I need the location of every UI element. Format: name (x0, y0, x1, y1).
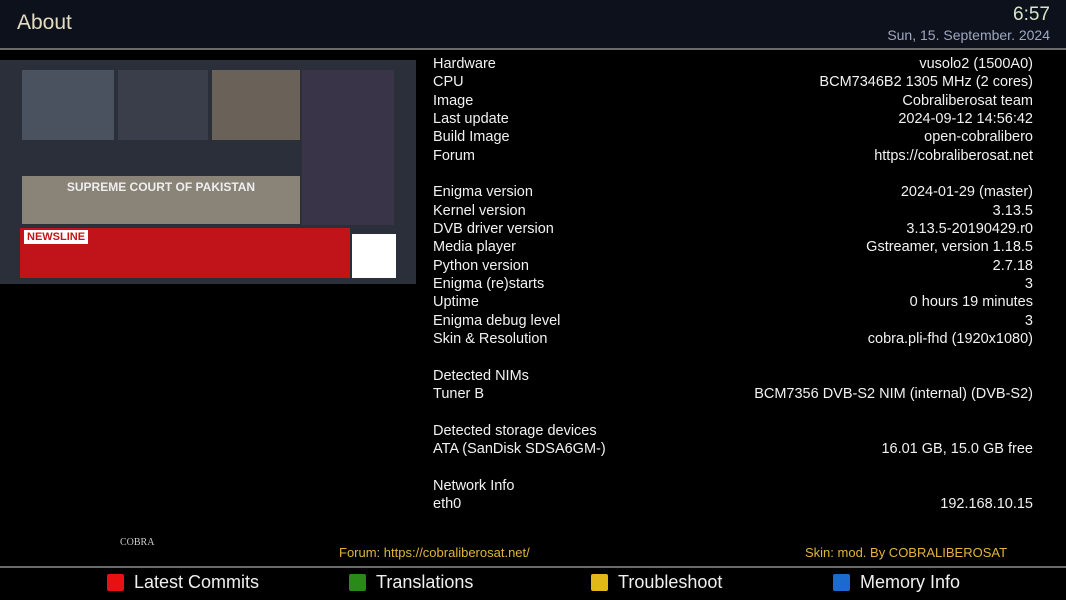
info-row: Image Cobraliberosat team (433, 92, 1033, 110)
info-value: BCM7346B2 1305 MHz (2 cores) (819, 74, 1033, 91)
info-label: Network Info (433, 477, 515, 494)
info-label: CPU (433, 74, 464, 91)
info-row: Last update 2024-09-12 14:56:42 (433, 110, 1033, 128)
info-label: Uptime (433, 294, 479, 311)
info-row: Enigma (re)starts 3 (433, 275, 1033, 293)
info-value: 2024-01-29 (master) (900, 184, 1033, 201)
info-label: Enigma (re)starts (433, 276, 545, 293)
button-label: Latest Commits (134, 572, 260, 592)
memory-info-button[interactable]: Memory Info (833, 572, 960, 593)
info-label: Python version (433, 257, 529, 274)
button-label: Translations (376, 572, 474, 592)
info-row: Forum https://cobraliberosat.net (433, 147, 1033, 165)
info-label: Detected NIMs (433, 367, 529, 384)
info-label: ATA (SanDisk SDSA6GM-) (433, 441, 606, 458)
cobra-logo: COBRA (20, 537, 172, 565)
info-row: eth0 192.168.10.15 (433, 495, 1033, 513)
info-value: 3.13.5 (992, 202, 1033, 219)
info-value: open-cobralibero (924, 129, 1033, 146)
info-value: BCM7356 DVB-S2 NIM (internal) (DVB-S2) (754, 386, 1033, 403)
info-label: Enigma debug level (433, 312, 561, 329)
info-label: DVB driver version (433, 221, 554, 238)
info-label: Forum (433, 147, 475, 164)
info-label: Enigma version (433, 184, 533, 201)
info-row: Tuner B BCM7356 DVB-S2 NIM (internal) (DV… (433, 385, 1033, 403)
header-bar: About 6:57 Sun, 15. September. 2024 (0, 0, 1066, 48)
info-row: Build Image open-cobralibero (433, 128, 1033, 146)
info-row: Uptime 0 hours 19 minutes (433, 293, 1033, 311)
clock-time: 6:57 (1013, 4, 1050, 25)
info-value: 0 hours 19 minutes (909, 294, 1033, 311)
info-label: Last update (433, 111, 509, 128)
info-value: vusolo2 (1500A0) (919, 56, 1033, 72)
info-value: 2.7.18 (992, 257, 1033, 274)
video-banner: SUPREME COURT OF PAKISTAN (22, 176, 300, 224)
footer-forum: Forum: https://cobraliberosat.net/ (339, 545, 530, 560)
info-label: Tuner B (433, 386, 485, 403)
info-value: 3.13.5-20190429.r0 (906, 221, 1033, 238)
footer-skin: Skin: mod. By COBRALIBEROSAT (805, 545, 1008, 560)
info-label: Detected storage devices (433, 422, 597, 439)
info-label: Build Image (433, 129, 510, 146)
info-row: Python version 2.7.18 (433, 257, 1033, 275)
troubleshoot-button[interactable]: Troubleshoot (591, 572, 722, 593)
info-row: ATA (SanDisk SDSA6GM-) 16.01 GB, 15.0 GB … (433, 440, 1033, 458)
info-value: 16.01 GB, 15.0 GB free (881, 441, 1033, 458)
info-value: 2024-09-12 14:56:42 (898, 111, 1033, 128)
info-label: Skin & Resolution (433, 331, 548, 348)
button-label: Memory Info (860, 572, 961, 592)
info-row: Network Info (433, 477, 1033, 495)
info-value: 192.168.10.15 (940, 496, 1033, 513)
video-panel (22, 70, 114, 140)
page-title: About (17, 11, 72, 34)
green-key-icon (349, 574, 366, 591)
video-panel (212, 70, 300, 140)
channel-logo: NEWSLINE (24, 230, 89, 244)
info-row: Detected storage devices (433, 422, 1033, 440)
red-key-icon (107, 574, 124, 591)
info-label: Hardware (433, 56, 496, 72)
info-label: Kernel version (433, 202, 526, 219)
translations-button[interactable]: Translations (349, 572, 473, 593)
info-value: 3 (1024, 276, 1033, 293)
info-label: Image (433, 92, 474, 109)
info-value: Gstreamer, version 1.18.5 (866, 239, 1033, 256)
info-row: Hardware vusolo2 (1500A0) (433, 55, 1033, 73)
info-value: Cobraliberosat team (902, 92, 1033, 109)
footer-divider (0, 566, 1066, 568)
tv-preview: SUPREME COURT OF PAKISTAN NEWSLINE (0, 60, 416, 284)
info-list: Hardware vusolo2 (1500A0) CPU BCM7346B2 130… (433, 55, 1033, 514)
clock-date: Sun, 15. September. 2024 (887, 27, 1050, 43)
info-row: Enigma debug level 3 (433, 312, 1033, 330)
info-label: eth0 (433, 496, 462, 513)
video-panel (118, 70, 208, 140)
video-panel (302, 70, 394, 225)
info-value: cobra.pli-fhd (1920x1080) (867, 331, 1033, 348)
info-value: https://cobraliberosat.net (874, 147, 1033, 164)
header-divider (0, 48, 1066, 50)
info-row: DVB driver version 3.13.5-20190429.r0 (433, 220, 1033, 238)
info-row: Enigma version 2024-01-29 (master) (433, 183, 1033, 201)
button-label: Troubleshoot (618, 572, 723, 592)
info-row: Detected NIMs (433, 367, 1033, 385)
latest-commits-button[interactable]: Latest Commits (107, 572, 259, 593)
channel-badge (352, 234, 396, 278)
info-row: Skin & Resolution cobra.pli-fhd (1920x108… (433, 330, 1033, 348)
info-value: 3 (1024, 312, 1033, 329)
yellow-key-icon (591, 574, 608, 591)
logo-text: COBRA (120, 537, 155, 548)
info-label: Media player (433, 239, 517, 256)
info-row: Media player Gstreamer, version 1.18.5 (433, 238, 1033, 256)
blue-key-icon (833, 574, 850, 591)
info-row: Kernel version 3.13.5 (433, 202, 1033, 220)
info-row: CPU BCM7346B2 1305 MHz (2 cores) (433, 73, 1033, 91)
